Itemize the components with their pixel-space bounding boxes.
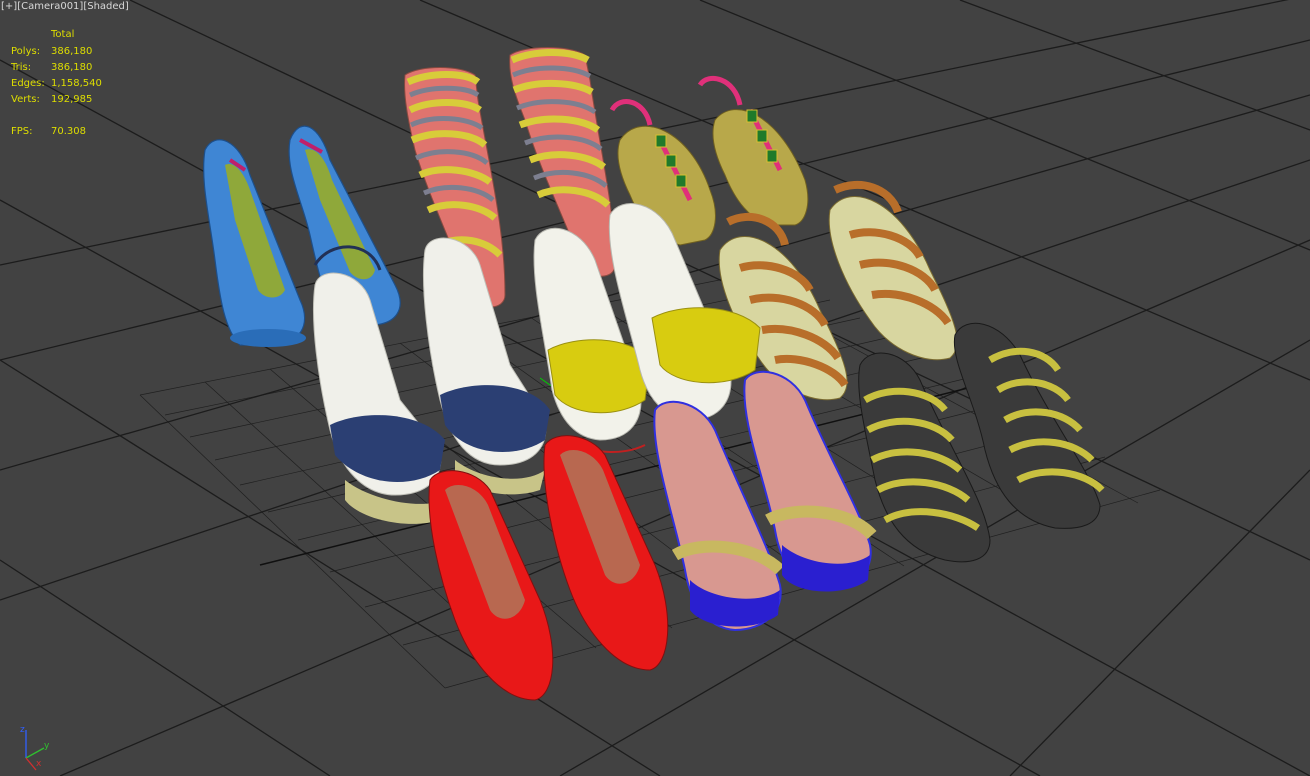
- viewport-label-menu[interactable]: [+][Camera001][Shaded]: [1, 0, 129, 14]
- stats-header: Total: [51, 29, 75, 40]
- stats-value: 386,180: [51, 46, 93, 57]
- 3d-viewport[interactable]: [+][Camera001][Shaded] Total Polys: 386,1…: [0, 0, 1310, 776]
- stats-row-verts: Verts: 192,985: [11, 93, 92, 107]
- stats-value: 192,985: [51, 94, 93, 105]
- fps-key: FPS:: [11, 126, 33, 137]
- viewport-shading-menu[interactable]: [Shaded]: [83, 1, 128, 12]
- viewport-scene[interactable]: [0, 0, 1310, 776]
- axis-y-label: y: [44, 741, 50, 751]
- stats-row-fps: FPS: 70.308: [11, 125, 86, 139]
- axis-x-label: x: [36, 759, 42, 769]
- stats-key: Verts:: [11, 94, 40, 105]
- stats-row-polys: Polys: 386,180: [11, 45, 92, 59]
- fps-value: 70.308: [51, 126, 86, 137]
- viewport-plus-menu[interactable]: [+]: [1, 1, 17, 12]
- stats-key: Edges:: [11, 78, 45, 89]
- stats-key: Tris:: [11, 62, 32, 73]
- stats-value: 386,180: [51, 62, 93, 73]
- stats-row-tris: Tris: 386,180: [11, 61, 92, 75]
- stats-value: 1,158,540: [51, 78, 102, 89]
- stats-key: Polys:: [11, 46, 41, 57]
- viewport-camera-menu[interactable]: [Camera001]: [17, 1, 83, 12]
- stats-row-edges: Edges: 1,158,540: [11, 77, 102, 91]
- axis-z-label: z: [20, 725, 25, 735]
